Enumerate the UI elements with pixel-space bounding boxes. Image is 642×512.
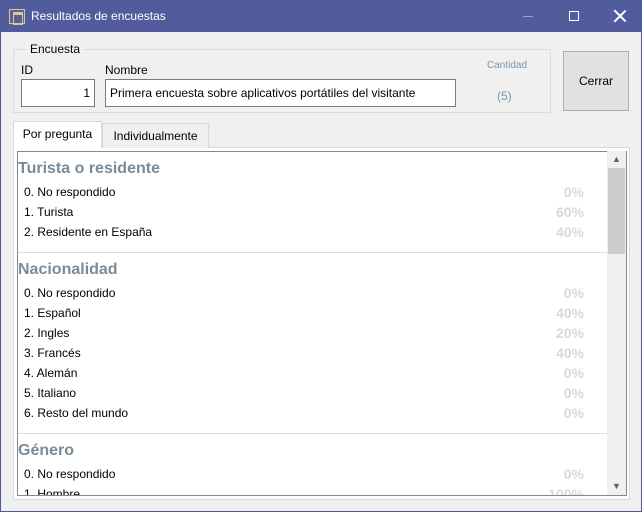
question-section: Turista o residente 0. No respondido 0% 1… bbox=[18, 152, 608, 253]
name-field[interactable]: Primera encuesta sobre aplicativos portá… bbox=[105, 79, 456, 107]
answer-label: 2. Ingles bbox=[24, 326, 70, 340]
answer-label: 0. No respondido bbox=[24, 286, 116, 300]
answer-row: 0. No respondido 0% bbox=[18, 464, 608, 484]
tab-por-pregunta[interactable]: Por pregunta bbox=[13, 121, 102, 148]
answer-label: 3. Francés bbox=[24, 346, 81, 360]
survey-group-label: Encuesta bbox=[27, 42, 84, 56]
results-list-content: Turista o residente 0. No respondido 0% 1… bbox=[18, 152, 608, 496]
answer-percentage: 0% bbox=[563, 405, 584, 421]
answer-percentage: 100% bbox=[548, 486, 584, 496]
answer-row: 5. Italiano 0% bbox=[18, 383, 608, 403]
answer-percentage: 60% bbox=[555, 204, 584, 220]
question-title: Turista o residente bbox=[18, 160, 160, 177]
count-label: Cantidad bbox=[487, 60, 528, 71]
app-icon bbox=[9, 9, 25, 25]
answer-percentage: 0% bbox=[563, 385, 584, 401]
answer-percentage: 0% bbox=[563, 466, 584, 482]
answer-row: 1. Turista 60% bbox=[18, 202, 608, 222]
answer-percentage: 0% bbox=[563, 365, 584, 381]
answer-percentage: 20% bbox=[555, 325, 584, 341]
vertical-scrollbar[interactable]: ▲ ▼ bbox=[607, 151, 626, 495]
answer-percentage: 0% bbox=[563, 285, 584, 301]
id-field[interactable]: 1 bbox=[21, 79, 95, 107]
answer-percentage: 40% bbox=[555, 224, 584, 240]
answer-label: 1. Turista bbox=[24, 205, 74, 219]
answer-label: 1. Hombre bbox=[24, 487, 81, 496]
answer-row: 1. Español 40% bbox=[18, 303, 608, 323]
answer-label: 2. Residente en España bbox=[24, 225, 153, 239]
scrollbar-thumb[interactable] bbox=[608, 168, 625, 254]
answer-row: 2. Residente en España 40% bbox=[18, 222, 608, 242]
answer-row: 6. Resto del mundo 0% bbox=[18, 403, 608, 423]
question-section: Género 0. No respondido 0% 1. Hombre 100% bbox=[18, 434, 608, 496]
maximize-button[interactable] bbox=[551, 1, 597, 32]
close-button[interactable]: Cerrar bbox=[563, 51, 629, 111]
answer-row: 4. Alemán 0% bbox=[18, 363, 608, 383]
maximize-icon bbox=[569, 11, 579, 21]
answer-label: 4. Alemán bbox=[24, 366, 78, 380]
close-icon bbox=[613, 9, 627, 23]
question-section: Nacionalidad 0. No respondido 0% 1. Españ… bbox=[18, 253, 608, 434]
scroll-down-icon[interactable]: ▼ bbox=[607, 478, 626, 495]
title-bar[interactable]: Resultados de encuestas bbox=[1, 1, 641, 32]
close-window-button[interactable] bbox=[597, 1, 642, 32]
count-value: (5) bbox=[497, 89, 512, 103]
tab-individualmente[interactable]: Individualmente bbox=[102, 123, 209, 148]
answer-percentage: 0% bbox=[563, 184, 584, 200]
answer-percentage: 40% bbox=[555, 345, 584, 361]
answer-row: 0. No respondido 0% bbox=[18, 182, 608, 202]
answer-label: 0. No respondido bbox=[24, 185, 116, 199]
minimize-icon bbox=[523, 16, 533, 17]
answer-row: 3. Francés 40% bbox=[18, 343, 608, 363]
minimize-button[interactable] bbox=[505, 1, 551, 32]
answer-percentage: 40% bbox=[555, 305, 584, 321]
answer-label: 5. Italiano bbox=[24, 386, 77, 400]
question-title: Nacionalidad bbox=[18, 261, 118, 278]
window-title: Resultados de encuestas bbox=[31, 9, 166, 23]
id-label: ID bbox=[21, 63, 33, 77]
results-list[interactable]: Turista o residente 0. No respondido 0% 1… bbox=[17, 151, 627, 496]
scroll-up-icon[interactable]: ▲ bbox=[607, 151, 626, 168]
question-title: Género bbox=[18, 442, 75, 459]
answer-label: 1. Español bbox=[24, 306, 81, 320]
answer-label: 6. Resto del mundo bbox=[24, 406, 129, 420]
answer-row: 1. Hombre 100% bbox=[18, 484, 608, 496]
name-label: Nombre bbox=[105, 63, 148, 77]
answer-label: 0. No respondido bbox=[24, 467, 116, 481]
answer-row: 2. Ingles 20% bbox=[18, 323, 608, 343]
answer-row: 0. No respondido 0% bbox=[18, 283, 608, 303]
